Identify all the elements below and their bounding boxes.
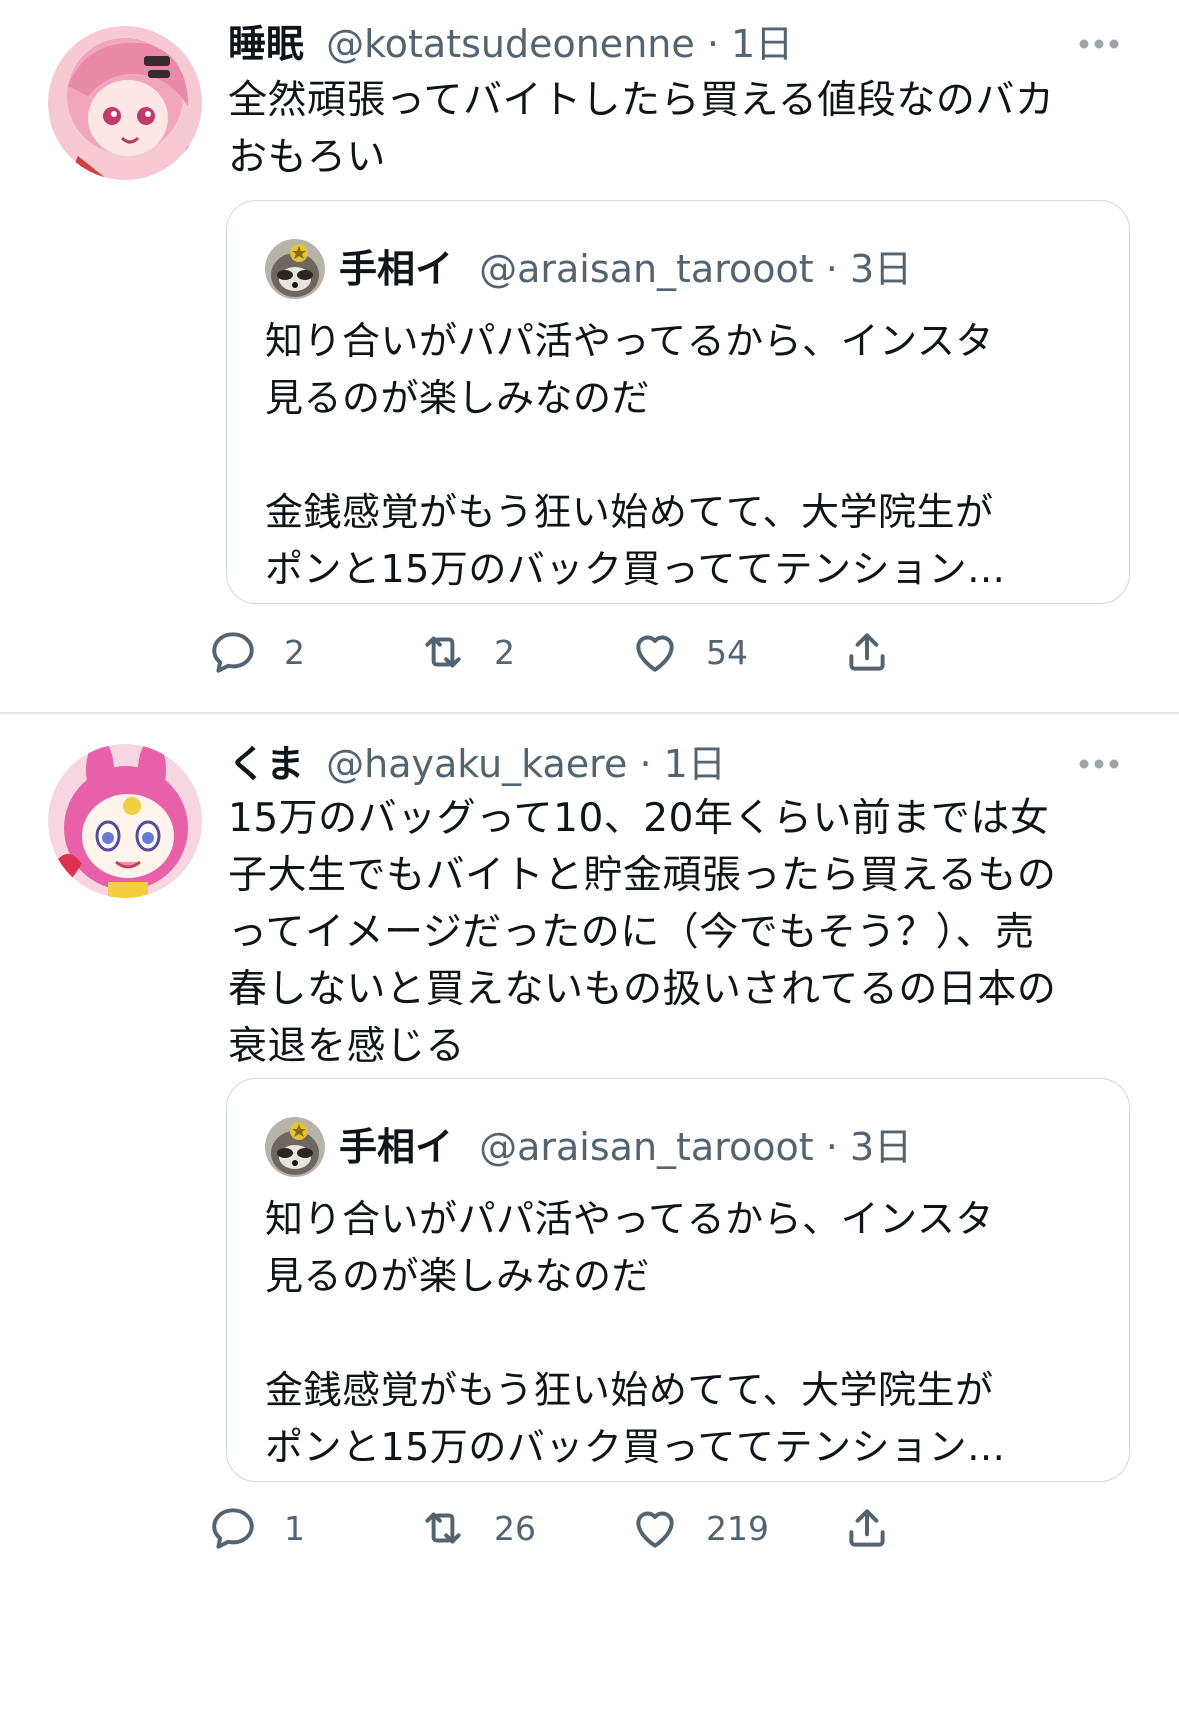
quoted-avatar[interactable] xyxy=(265,1117,325,1177)
quoted-timestamp: 3日 xyxy=(849,1125,913,1169)
retweet-icon xyxy=(425,636,461,668)
tweet-header: 睡眠 @kotatsudeonenne · 1日 xyxy=(228,14,1119,74)
quoted-text: 知り合いがパパ活やってるから、インスタ 見るのが楽しみなのだ 金銭感覚がもう狂い… xyxy=(265,1197,1006,1469)
quoted-display-name: 手相イ xyxy=(339,247,454,291)
tweet[interactable]: 睡眠 @kotatsudeonenne · 1日 全然頑張ってバイトしたら買える… xyxy=(0,0,1179,780)
display-name[interactable]: くま xyxy=(228,742,304,786)
share-button[interactable] xyxy=(842,1498,892,1558)
heart-icon xyxy=(636,1511,674,1548)
retweet-count: 2 xyxy=(494,632,515,672)
retweet-button[interactable]: 26 xyxy=(418,1498,536,1558)
like-button[interactable]: 219 xyxy=(630,1498,769,1558)
reply-count: 2 xyxy=(284,632,305,672)
share-button[interactable] xyxy=(842,622,892,682)
action-bar: 2 2 54 xyxy=(212,622,1026,682)
like-count: 219 xyxy=(706,1508,769,1548)
quoted-avatar[interactable] xyxy=(265,239,325,299)
retweet-button[interactable]: 2 xyxy=(418,622,515,682)
action-bar: 1 26 219 xyxy=(212,1498,1026,1558)
reply-count: 1 xyxy=(284,1508,305,1548)
like-count: 54 xyxy=(706,632,748,672)
tweet[interactable]: くま @hayaku_kaere · 1日 15万のバッグって10、20年くらい… xyxy=(0,714,1179,1716)
quoted-timestamp: 3日 xyxy=(849,247,913,291)
avatar-image xyxy=(48,744,202,898)
reply-button[interactable]: 2 xyxy=(208,622,305,682)
more-icon[interactable] xyxy=(1077,752,1121,776)
share-icon xyxy=(849,633,885,671)
retweet-icon xyxy=(425,1512,461,1544)
quoted-handle: @araisan_tarooot xyxy=(479,247,814,291)
reply-icon xyxy=(212,1508,254,1549)
user-handle[interactable]: @hayaku_kaere xyxy=(326,742,627,786)
like-button[interactable]: 54 xyxy=(630,622,748,682)
quoted-text: 知り合いがパパ活やってるから、インスタ 見るのが楽しみなのだ 金銭感覚がもう狂い… xyxy=(265,319,1006,591)
reply-button[interactable]: 1 xyxy=(208,1498,305,1558)
quoted-display-name: 手相イ xyxy=(339,1125,454,1169)
quoted-header: 手相イ @araisan_tarooot · 3日 xyxy=(339,1115,912,1179)
avatar-image xyxy=(48,26,202,180)
avatar[interactable] xyxy=(48,26,202,180)
share-icon xyxy=(849,1509,885,1547)
timestamp[interactable]: 1日 xyxy=(664,742,726,786)
timestamp[interactable]: 1日 xyxy=(731,22,793,66)
quoted-avatar-image xyxy=(265,1117,325,1177)
quoted-handle: @araisan_tarooot xyxy=(479,1125,814,1169)
quoted-avatar-image xyxy=(265,239,325,299)
display-name[interactable]: 睡眠 xyxy=(228,22,304,66)
separator: · xyxy=(825,1125,838,1169)
separator: · xyxy=(825,247,838,291)
quoted-tweet[interactable]: 手相イ @araisan_tarooot · 3日 知り合いがパパ活やってるから… xyxy=(226,200,1130,604)
user-handle[interactable]: @kotatsudeonenne xyxy=(326,22,695,66)
separator: · xyxy=(706,22,719,66)
tweet-text: 全然頑張ってバイトしたら買える値段なのバカ おもろい xyxy=(228,78,1055,180)
reply-icon xyxy=(212,632,254,673)
quoted-header: 手相イ @araisan_tarooot · 3日 xyxy=(339,237,912,301)
retweet-count: 26 xyxy=(494,1508,536,1548)
more-icon[interactable] xyxy=(1077,32,1121,56)
tweet-text: 15万のバッグって10、20年くらい前までは女 子大生でもバイトと貯金頑張ったら… xyxy=(228,796,1057,1069)
separator: · xyxy=(639,742,652,786)
quoted-tweet[interactable]: 手相イ @araisan_tarooot · 3日 知り合いがパパ活やってるから… xyxy=(226,1078,1130,1482)
heart-icon xyxy=(636,635,674,672)
tweet-header: くま @hayaku_kaere · 1日 xyxy=(228,734,1119,794)
avatar[interactable] xyxy=(48,744,202,898)
